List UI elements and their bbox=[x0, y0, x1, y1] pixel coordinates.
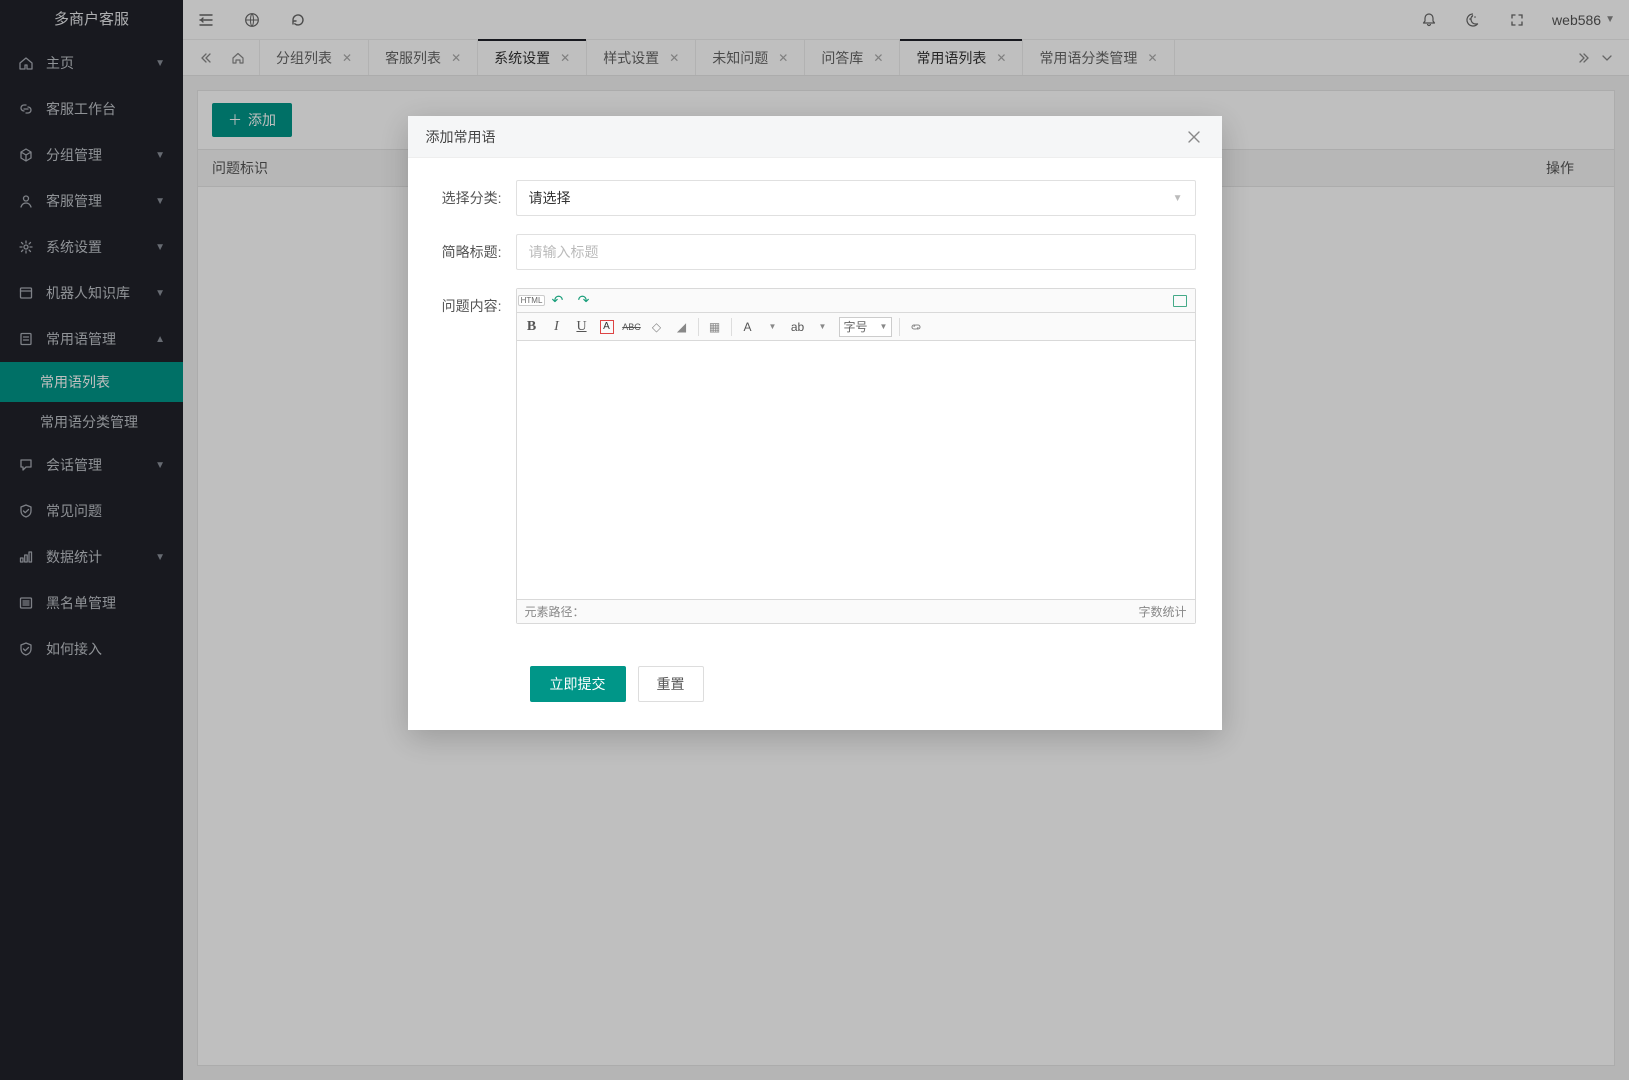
editor-fontborder-button[interactable]: A bbox=[598, 318, 616, 336]
editor-clearformat-button[interactable]: ◇ bbox=[648, 318, 666, 336]
editor-italic-button[interactable]: I bbox=[548, 318, 566, 336]
editor-html-source-button[interactable]: HTML bbox=[523, 292, 541, 310]
editor-forecolor-button[interactable]: A bbox=[739, 318, 757, 336]
label-category: 选择分类: bbox=[434, 180, 516, 208]
submit-button-label: 立即提交 bbox=[550, 674, 606, 694]
editor-underline-button[interactable]: U bbox=[573, 318, 591, 336]
category-select[interactable]: 请选择 ▼ bbox=[516, 180, 1196, 216]
reset-button-label: 重置 bbox=[657, 674, 685, 694]
editor-pasteplain-button[interactable]: ▦ bbox=[706, 318, 724, 336]
editor-undo-button[interactable]: ↶ bbox=[549, 292, 567, 310]
reset-button[interactable]: 重置 bbox=[638, 666, 704, 702]
editor-fullscreen-button[interactable] bbox=[1171, 292, 1189, 310]
editor-strikethrough-button[interactable]: ABC bbox=[623, 318, 641, 336]
label-title: 简略标题: bbox=[434, 234, 516, 262]
select-caret-icon: ▼ bbox=[1173, 193, 1183, 204]
editor-separator bbox=[731, 318, 732, 336]
editor-link-button[interactable] bbox=[907, 318, 925, 336]
editor-forecolor-caret[interactable]: ▼ bbox=[764, 318, 782, 336]
add-phrase-modal: 添加常用语 选择分类: 请选择 ▼ 简略标题: 问题内容: bbox=[408, 116, 1222, 730]
editor-backcolor-caret[interactable]: ▼ bbox=[814, 318, 832, 336]
submit-button[interactable]: 立即提交 bbox=[530, 666, 626, 702]
editor-content-area[interactable] bbox=[517, 341, 1195, 599]
rich-text-editor: HTML ↶ ↷ B I U A ABC ◇ ◢ ▦ bbox=[516, 288, 1196, 624]
editor-redo-button[interactable]: ↷ bbox=[575, 292, 593, 310]
editor-separator bbox=[899, 318, 900, 336]
editor-backcolor-button[interactable]: ab bbox=[789, 318, 807, 336]
caret-down-icon: ▼ bbox=[880, 322, 888, 331]
category-select-value: 请选择 bbox=[529, 188, 571, 208]
editor-fontsize-label: 字号 bbox=[844, 318, 868, 335]
editor-bold-button[interactable]: B bbox=[523, 318, 541, 336]
modal-title: 添加常用语 bbox=[426, 127, 1184, 147]
editor-fontsize-select[interactable]: 字号 ▼ bbox=[839, 317, 893, 337]
modal-header: 添加常用语 bbox=[408, 116, 1222, 158]
editor-word-count[interactable]: 字数统计 bbox=[1138, 603, 1186, 620]
editor-eraser-button[interactable]: ◢ bbox=[673, 318, 691, 336]
editor-element-path: 元素路径： bbox=[525, 603, 585, 620]
editor-separator bbox=[698, 318, 699, 336]
label-content: 问题内容: bbox=[434, 288, 516, 316]
modal-close-button[interactable] bbox=[1184, 127, 1204, 147]
title-input[interactable] bbox=[516, 234, 1196, 270]
